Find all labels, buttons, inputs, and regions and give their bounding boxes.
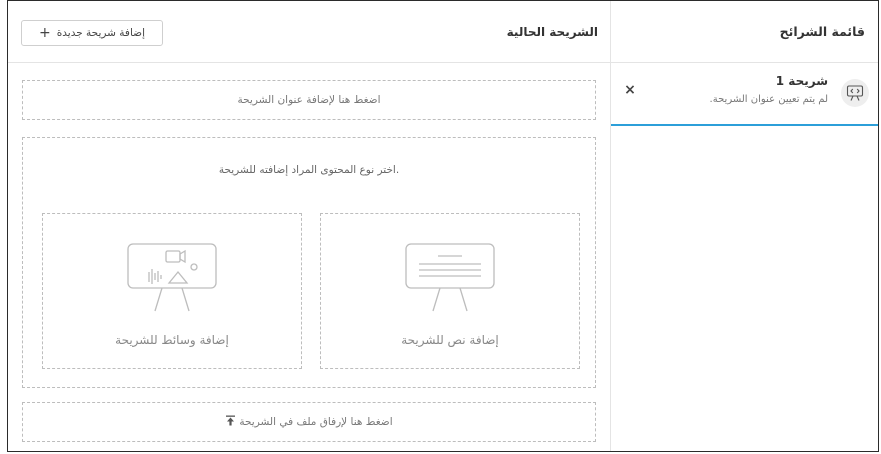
- current-slide-title: الشريحة الحالية: [506, 25, 598, 39]
- slides-list-title: قائمة الشرائح: [611, 1, 878, 63]
- slide-media-icon: [127, 243, 217, 319]
- add-text-label: إضافة نص للشريحة: [401, 333, 499, 347]
- presentation-icon: [841, 79, 869, 107]
- content-type-zone: .اختر نوع المحتوى المراد إضافته للشريحة: [22, 137, 596, 388]
- close-icon[interactable]: ×: [623, 83, 637, 97]
- slide-list-item[interactable]: شريحة 1 لم يتم تعيين عنوان الشريحة. ×: [611, 63, 878, 126]
- add-new-slide-button[interactable]: إضافة شريحة جديدة +: [21, 20, 163, 46]
- plus-icon: +: [39, 25, 51, 41]
- add-media-label: إضافة وسائط للشريحة: [115, 333, 229, 347]
- slide-editor-window: إضافة شريحة جديدة + الشريحة الحالية اضغط…: [7, 0, 879, 452]
- add-text-option[interactable]: إضافة نص للشريحة: [320, 213, 580, 369]
- upload-icon: [225, 415, 236, 429]
- attach-file-text: اضغط هنا لإرفاق ملف في الشريحة: [239, 416, 393, 428]
- slide-item-title: شريحة 1: [775, 74, 828, 88]
- add-slide-title-zone[interactable]: اضغط هنا لإضافة عنوان الشريحة: [22, 80, 596, 120]
- slides-list-panel: قائمة الشرائح شريحة 1 لم يتم تعيين عنوان…: [610, 1, 878, 451]
- current-slide-panel: إضافة شريحة جديدة + الشريحة الحالية اضغط…: [8, 1, 610, 451]
- slide-text-icon: [405, 243, 495, 319]
- add-slide-label: إضافة شريحة جديدة: [56, 27, 145, 39]
- add-slide-title-text: اضغط هنا لإضافة عنوان الشريحة: [237, 94, 381, 106]
- attach-file-zone[interactable]: اضغط هنا لإرفاق ملف في الشريحة: [22, 402, 596, 442]
- current-slide-header: إضافة شريحة جديدة + الشريحة الحالية: [8, 1, 610, 63]
- slide-item-subtitle: لم يتم تعيين عنوان الشريحة.: [709, 94, 828, 105]
- add-media-option[interactable]: إضافة وسائط للشريحة: [42, 213, 302, 369]
- content-type-prompt: .اختر نوع المحتوى المراد إضافته للشريحة: [218, 164, 400, 176]
